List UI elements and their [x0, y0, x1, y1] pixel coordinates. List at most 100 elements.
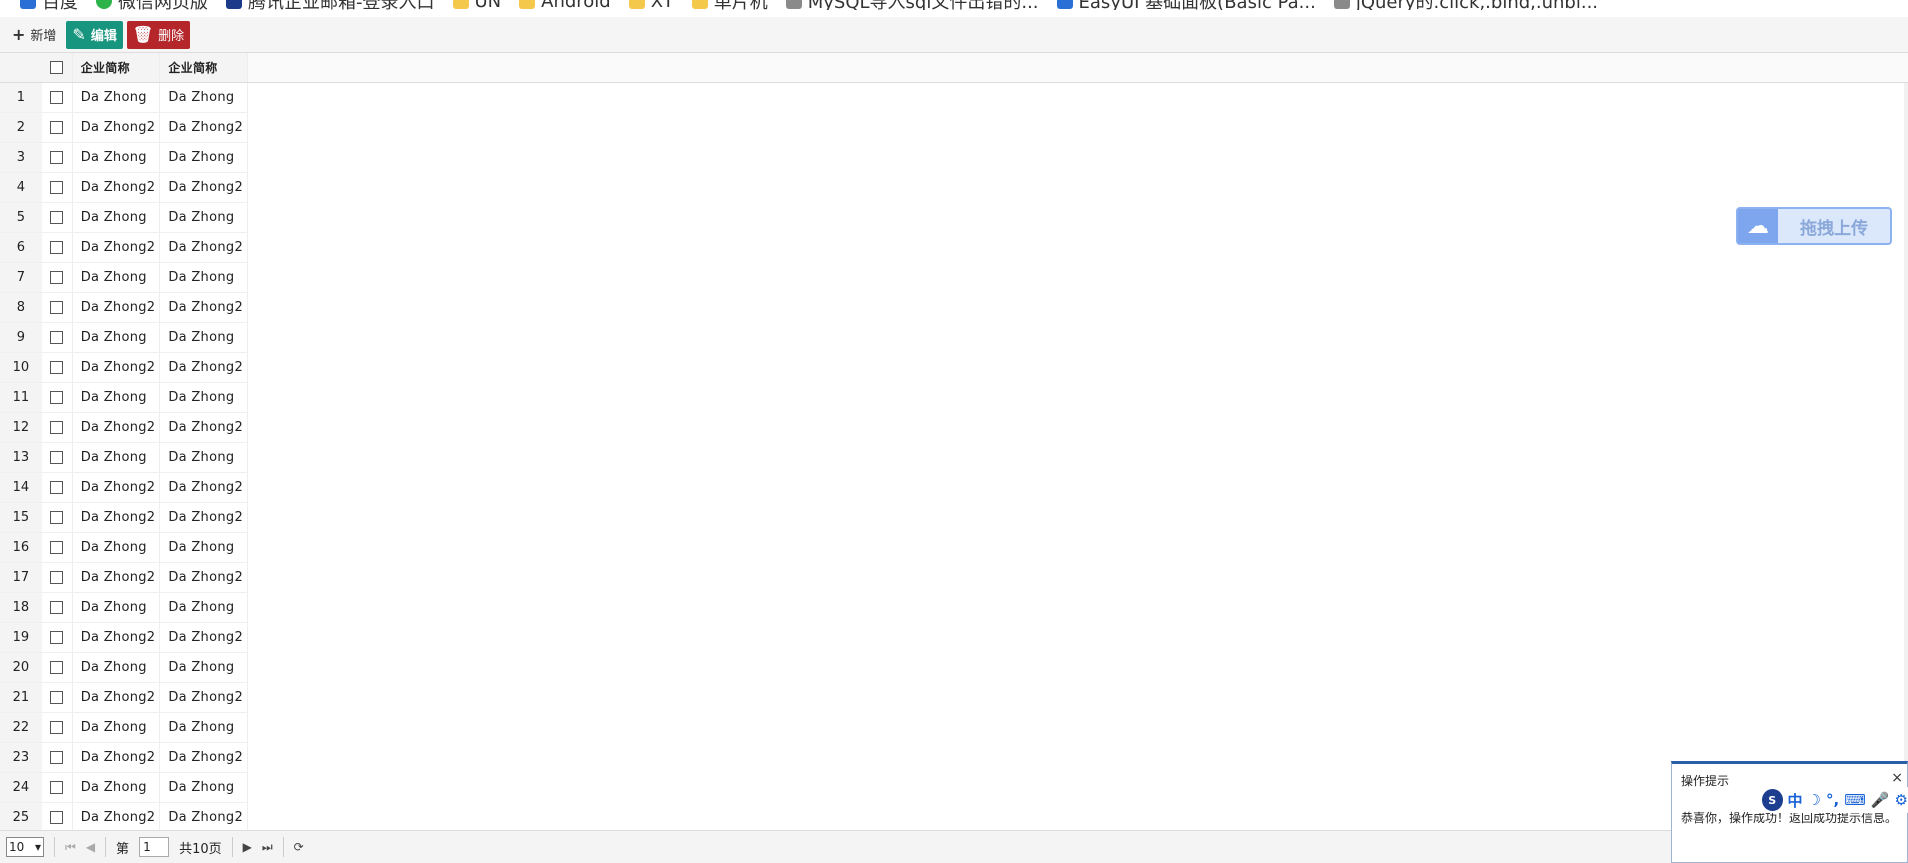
- table-row[interactable]: 20 Da Zhong Da Zhong: [0, 653, 248, 683]
- ime-mode[interactable]: 中: [1788, 790, 1803, 811]
- row-checkbox[interactable]: [50, 811, 64, 824]
- page-prefix: 第: [116, 841, 130, 857]
- row-checkbox[interactable]: [50, 481, 64, 494]
- row-number: 11: [0, 383, 42, 412]
- table-row[interactable]: 24 Da Zhong Da Zhong: [0, 773, 248, 803]
- bookmark-item[interactable]: 微信网页版: [96, 0, 208, 10]
- refresh-icon[interactable]: ⟳: [294, 840, 304, 854]
- microphone-icon[interactable]: 🎤: [1871, 791, 1890, 809]
- row-checkbox[interactable]: [50, 91, 64, 104]
- row-number: 1: [0, 83, 42, 112]
- bookmark-item[interactable]: EasyUI 基础面板(Basic Pa...: [1056, 0, 1316, 10]
- table-row[interactable]: 17 Da Zhong2 Da Zhong2: [0, 563, 248, 593]
- column-header[interactable]: 企业简称: [73, 53, 161, 82]
- row-checkbox[interactable]: [50, 121, 64, 134]
- gear-icon[interactable]: ⚙: [1895, 791, 1908, 809]
- drag-upload-button[interactable]: ☁ 拖拽上传: [1736, 207, 1892, 245]
- row-checkbox[interactable]: [50, 181, 64, 194]
- keyboard-icon[interactable]: ⌨: [1844, 791, 1866, 809]
- table-row[interactable]: 12 Da Zhong2 Da Zhong2: [0, 413, 248, 443]
- select-all-cell: [42, 53, 73, 82]
- bookmark-item[interactable]: Android: [519, 0, 611, 10]
- bookmark-item[interactable]: 百度: [20, 0, 78, 10]
- folder-icon: [691, 0, 708, 9]
- table-row[interactable]: 13 Da Zhong Da Zhong: [0, 443, 248, 473]
- select-all-checkbox[interactable]: [50, 61, 64, 74]
- row-checkbox[interactable]: [50, 451, 64, 464]
- scrollbar[interactable]: [1904, 83, 1908, 830]
- toast-message: 恭喜你，操作成功！返回成功提示信息。: [1681, 811, 1898, 825]
- row-checkbox[interactable]: [50, 511, 64, 524]
- edit-button[interactable]: ✎ 编辑: [66, 20, 123, 49]
- row-checkbox[interactable]: [50, 421, 64, 434]
- table-row[interactable]: 23 Da Zhong2 Da Zhong2: [0, 743, 248, 773]
- prev-page-icon[interactable]: ◀: [86, 840, 95, 854]
- row-checkbox[interactable]: [50, 301, 64, 314]
- table-row[interactable]: 11 Da Zhong Da Zhong: [0, 383, 248, 413]
- table-row[interactable]: 25 Da Zhong2 Da Zhong2: [0, 803, 248, 833]
- row-checkbox[interactable]: [50, 571, 64, 584]
- table-row[interactable]: 10 Da Zhong2 Da Zhong2: [0, 353, 248, 383]
- table-row[interactable]: 6 Da Zhong2 Da Zhong2: [0, 233, 248, 263]
- row-checkbox[interactable]: [50, 211, 64, 224]
- table-cell: Da Zhong2: [73, 113, 161, 142]
- table-row[interactable]: 16 Da Zhong Da Zhong: [0, 533, 248, 563]
- close-icon[interactable]: ×: [1891, 770, 1903, 786]
- row-checkbox[interactable]: [50, 541, 64, 554]
- table-row[interactable]: 19 Da Zhong2 Da Zhong2: [0, 623, 248, 653]
- delete-button[interactable]: 🗑 删除: [126, 20, 191, 49]
- table-cell: Da Zhong: [73, 443, 161, 472]
- grid-header-filler: [248, 53, 1908, 83]
- table-row[interactable]: 15 Da Zhong2 Da Zhong2: [0, 503, 248, 533]
- table-row[interactable]: 21 Da Zhong2 Da Zhong2: [0, 683, 248, 713]
- row-checkbox[interactable]: [50, 751, 64, 764]
- bookmark-item[interactable]: 单片机: [691, 0, 768, 10]
- punctuation-icon[interactable]: °,: [1826, 791, 1839, 809]
- column-header[interactable]: 企业简称: [160, 53, 248, 82]
- bookmark-item[interactable]: UN: [452, 0, 501, 10]
- table-row[interactable]: 18 Da Zhong Da Zhong: [0, 593, 248, 623]
- row-checkbox[interactable]: [50, 151, 64, 164]
- row-checkbox[interactable]: [50, 601, 64, 614]
- table-row[interactable]: 3 Da Zhong Da Zhong: [0, 143, 248, 173]
- ime-logo-icon[interactable]: S: [1762, 789, 1783, 811]
- table-row[interactable]: 7 Da Zhong Da Zhong: [0, 263, 248, 293]
- table-row[interactable]: 5 Da Zhong Da Zhong: [0, 203, 248, 233]
- table-row[interactable]: 9 Da Zhong Da Zhong: [0, 323, 248, 353]
- next-page-icon[interactable]: ▶: [243, 840, 252, 854]
- page-number-input[interactable]: 1: [139, 837, 170, 857]
- row-number: 21: [0, 683, 42, 712]
- bookmark-item[interactable]: jQuery的.click,.bind,.unbi...: [1333, 0, 1598, 10]
- row-checkbox[interactable]: [50, 241, 64, 254]
- row-checkbox[interactable]: [50, 391, 64, 404]
- table-cell: Da Zhong2: [73, 233, 161, 262]
- row-select-cell: [42, 803, 73, 832]
- table-row[interactable]: 2 Da Zhong2 Da Zhong2: [0, 113, 248, 143]
- row-checkbox[interactable]: [50, 271, 64, 284]
- table-row[interactable]: 1 Da Zhong Da Zhong: [0, 83, 248, 113]
- row-checkbox[interactable]: [50, 631, 64, 644]
- row-checkbox[interactable]: [50, 691, 64, 704]
- row-checkbox[interactable]: [50, 661, 64, 674]
- last-page-icon[interactable]: ⏭: [262, 840, 273, 855]
- grid-body: 1 Da Zhong Da Zhong 2 Da Zhong2 Da Zhong2 3 Da …: [0, 83, 248, 833]
- row-checkbox[interactable]: [50, 721, 64, 734]
- bookmark-label: MySQL导入sql文件出错的...: [808, 0, 1039, 10]
- page-size-select[interactable]: 10 ▾: [6, 837, 44, 857]
- bookmark-item[interactable]: MySQL导入sql文件出错的...: [785, 0, 1039, 10]
- folder-icon: [628, 0, 645, 9]
- row-checkbox[interactable]: [50, 781, 64, 794]
- row-number: 14: [0, 473, 42, 502]
- add-button[interactable]: + 新增: [6, 21, 62, 49]
- table-cell: Da Zhong2: [73, 473, 161, 502]
- bookmark-item[interactable]: 腾讯企业邮箱-登录入口: [226, 0, 435, 10]
- row-checkbox[interactable]: [50, 361, 64, 374]
- bookmark-item[interactable]: XT: [628, 0, 674, 10]
- first-page-icon[interactable]: ⏮: [65, 840, 76, 855]
- table-row[interactable]: 4 Da Zhong2 Da Zhong2: [0, 173, 248, 203]
- table-row[interactable]: 14 Da Zhong2 Da Zhong2: [0, 473, 248, 503]
- moon-icon[interactable]: ☽: [1808, 791, 1821, 809]
- table-row[interactable]: 8 Da Zhong2 Da Zhong2: [0, 293, 248, 323]
- row-checkbox[interactable]: [50, 331, 64, 344]
- table-row[interactable]: 22 Da Zhong Da Zhong: [0, 713, 248, 743]
